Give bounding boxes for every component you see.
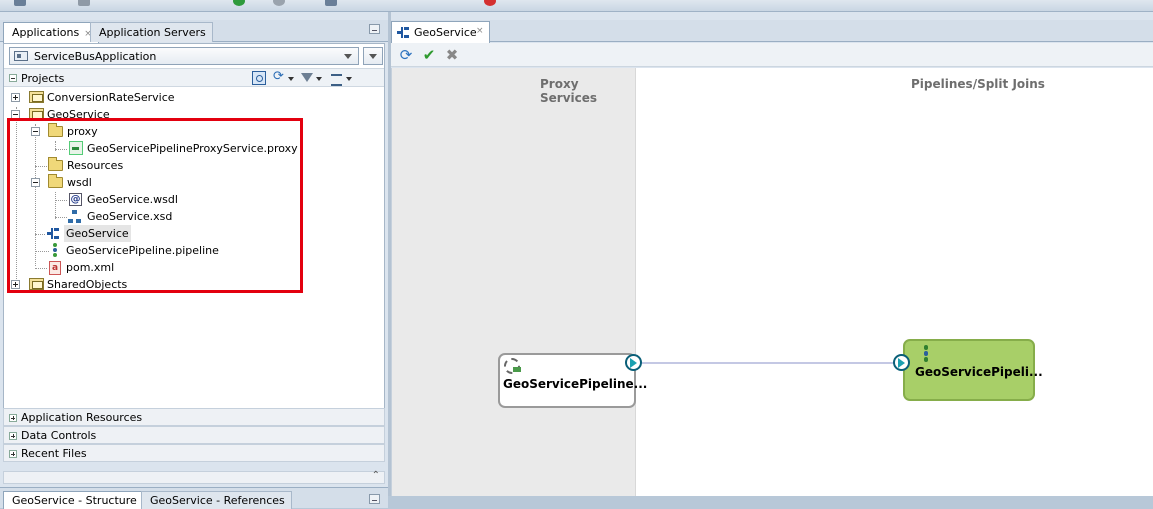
editor-panel: GeoService × ⟳ ✔ ✖ Proxy Services Pipeli… [391,12,1153,496]
accordion-label: Recent Files [21,447,87,460]
sync-dropdown-icon[interactable] [288,77,294,81]
accordion-recent-files[interactable]: Recent Files [3,444,385,462]
toolbar-debug-icon[interactable] [273,0,285,6]
accordion-label: Data Controls [21,429,97,442]
structure-tabbar: GeoService - Structure× GeoService - Ref… [0,487,388,509]
tab-applications-label: Applications [12,26,80,39]
navigator-tabbar: Applications × Application Servers [0,20,388,43]
highlight-annotation-box [7,118,303,293]
tab-geoservice-label: GeoService [414,26,477,39]
chevron-down-icon [344,54,352,59]
main-toolbar [0,0,1153,12]
expand-icon[interactable] [9,432,17,440]
tab-geoservice-structure[interactable]: GeoService - Structure× [3,491,157,509]
editor-tabbar: GeoService × [391,20,1153,43]
tab-application-servers-label: Application Servers [99,26,206,39]
editor-toolbar: ⟳ ✔ ✖ [391,43,1153,67]
pipeline-icon [922,345,930,363]
display-options-dropdown-icon[interactable] [346,77,352,81]
resize-grip-icon: ⌃ [371,470,380,481]
pipeline-node-label: GeoServicePipeli... [915,365,1043,379]
toolbar-run-icon[interactable] [233,0,245,6]
application-icon [14,51,28,61]
navigator-display-options-icon[interactable] [330,71,344,86]
pipeline-node[interactable]: GeoServicePipeli... [903,339,1043,401]
project-icon [29,91,44,103]
accordion-application-resources[interactable]: Application Resources [3,408,385,426]
application-selector-value: ServiceBusApplication [34,50,157,63]
projects-header[interactable]: Projects [4,68,384,87]
expand-icon[interactable] [9,414,17,422]
close-icon[interactable]: × [476,26,484,36]
tab-geoservice-editor[interactable]: GeoService × [391,21,490,43]
proxy-services-lane: Proxy Services [392,68,636,496]
proxy-service-node[interactable]: GeoServicePipeline... [498,353,647,408]
split-join-icon [397,27,411,38]
toolbar-open-icon[interactable] [78,0,90,6]
applications-panel: Applications × Application Servers Servic… [0,12,388,509]
tab-geoservice-references[interactable]: GeoService - References [141,491,292,509]
lane-title-pipelines: Pipelines/Split Joins [911,77,1045,91]
application-selector[interactable]: ServiceBusApplication [9,47,359,65]
accordion-resize-handle[interactable]: ⌃ [3,470,385,484]
application-menu-button[interactable] [363,47,383,65]
sync-icon[interactable] [272,69,286,85]
find-icon[interactable] [252,71,266,85]
filter-icon[interactable] [300,71,314,85]
pipeline-service-anchor-icon[interactable] [893,354,910,371]
proxy-reference-anchor-icon[interactable] [625,354,642,371]
filter-dropdown-icon[interactable] [316,77,322,81]
proxy-service-icon [504,358,521,374]
accordion-data-controls[interactable]: Data Controls [3,426,385,444]
accordion-label: Application Resources [21,411,143,424]
toolbar-build-icon[interactable] [325,0,337,6]
tab-application-servers[interactable]: Application Servers [90,22,213,42]
proxy-node-label: GeoServicePipeline... [503,377,648,391]
tree-item-conversionrateservice[interactable]: ConversionRateService [0,89,300,106]
refresh-icon[interactable]: ⟳ [398,47,414,63]
wire-connector[interactable] [642,362,902,364]
expand-icon[interactable] [11,93,20,102]
toolbar-new-icon[interactable] [14,0,26,6]
overview-canvas[interactable]: Proxy Services Pipelines/Split Joins Geo… [391,68,1153,496]
minimize-icon[interactable] [369,24,380,34]
projects-label: Projects [21,72,65,85]
tab-applications[interactable]: Applications × [3,22,99,43]
toolbar-stop-icon[interactable] [484,0,496,6]
collapse-icon[interactable] [9,74,17,82]
cancel-icon[interactable]: ✖ [444,47,460,63]
expand-icon[interactable] [9,450,17,458]
lane-title-proxy: Proxy Services [540,77,598,105]
checkmark-icon[interactable]: ✔ [421,47,437,63]
tree-item-label: ConversionRateService [47,91,175,104]
